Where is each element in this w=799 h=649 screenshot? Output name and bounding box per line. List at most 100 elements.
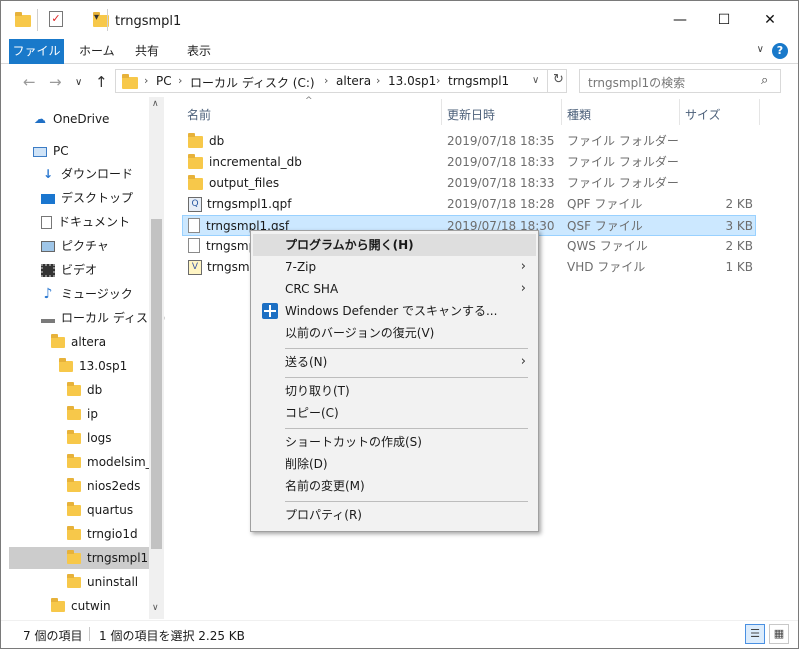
file-type: ファイル フォルダー <box>567 176 679 190</box>
menu-item-delete[interactable]: 削除(D) <box>253 453 536 475</box>
ribbon-tabs: ファイル ホーム 共有 表示 ∨ ? <box>1 39 798 64</box>
breadcrumb-pc[interactable]: PC <box>156 74 172 88</box>
file-row[interactable]: incremental_db 2019/07/18 18:33 ファイル フォル… <box>182 152 756 173</box>
menu-item-rename[interactable]: 名前の変更(M) <box>253 475 536 497</box>
breadcrumb-separator[interactable]: › <box>324 74 328 87</box>
nav-item-pictures[interactable]: ピクチャ <box>41 235 109 257</box>
breadcrumb-trngsmpl1[interactable]: trngsmpl1 <box>448 74 509 88</box>
file-row[interactable]: db 2019/07/18 18:35 ファイル フォルダー <box>182 131 756 152</box>
scroll-down-icon[interactable]: ∨ <box>152 603 159 613</box>
ribbon-expand-icon[interactable]: ∨ <box>757 44 764 55</box>
file-row[interactable]: Qtrngsmpl1.qpf 2019/07/18 18:28 QPF ファイル… <box>182 194 756 215</box>
tab-file[interactable]: ファイル <box>9 39 64 64</box>
nav-item-label: cutwin <box>71 599 111 613</box>
maximize-button[interactable]: ☐ <box>709 9 739 31</box>
breadcrumb-separator[interactable]: › <box>376 74 380 87</box>
nav-item-db[interactable]: db <box>67 379 102 401</box>
file-name: Vtrngsmp <box>188 257 257 278</box>
breadcrumb-13-0sp1[interactable]: 13.0sp1 <box>388 74 436 88</box>
nav-item-videos[interactable]: ビデオ <box>41 259 97 281</box>
scrollbar-thumb[interactable] <box>151 219 162 549</box>
tab-home[interactable]: ホーム <box>79 39 115 64</box>
nav-item-logs[interactable]: logs <box>67 427 112 449</box>
nav-item-label: OneDrive <box>53 112 110 126</box>
column-header-modified[interactable]: 更新日時 <box>447 106 495 123</box>
up-button[interactable]: ↑ <box>95 73 108 91</box>
menu-item-crc-sha[interactable]: CRC SHA › <box>253 278 536 300</box>
menu-item-label: 送る(N) <box>285 355 328 369</box>
nav-item-trngio1d[interactable]: trngio1d <box>67 523 138 545</box>
tab-view[interactable]: 表示 <box>187 39 211 64</box>
column-divider[interactable] <box>441 99 442 125</box>
nav-item-trngsmpl1[interactable]: trngsmpl1 <box>67 547 148 569</box>
column-header-type[interactable]: 種類 <box>567 106 591 123</box>
menu-item-defender-scan[interactable]: Windows Defender でスキャンする... <box>253 300 536 322</box>
folder-icon <box>67 574 81 588</box>
nav-item-pc[interactable]: PC <box>33 140 69 162</box>
status-bar: 7 個の項目 1 個の項目を選択 2.25 KB ☰ ▦ <box>1 620 798 648</box>
search-icon[interactable]: ⌕ <box>761 73 792 88</box>
menu-item-copy[interactable]: コピー(C) <box>253 402 536 424</box>
menu-item-cut[interactable]: 切り取り(T) <box>253 380 536 402</box>
nav-item-quartus[interactable]: quartus <box>67 499 133 521</box>
menu-item-7zip[interactable]: 7-Zip › <box>253 256 536 278</box>
forward-button[interactable]: → <box>49 73 62 91</box>
nav-item-uninstall[interactable]: uninstall <box>67 571 138 593</box>
scroll-up-icon[interactable]: ∧ <box>152 99 159 109</box>
breadcrumb-local-disk[interactable]: ローカル ディスク (C:) <box>190 74 315 91</box>
menu-item-send-to[interactable]: 送る(N) › <box>253 351 536 373</box>
column-header-name[interactable]: 名前 <box>187 106 211 123</box>
nav-item-music[interactable]: ♪ ミュージック <box>41 283 133 305</box>
minimize-button[interactable]: — <box>665 9 695 31</box>
nav-item-13-0sp1[interactable]: 13.0sp1 <box>59 355 127 377</box>
column-header-size[interactable]: サイズ <box>685 106 721 123</box>
nav-item-label: ドキュメント <box>58 215 131 229</box>
recent-locations-button[interactable]: ∨ <box>75 77 82 88</box>
video-icon <box>41 264 55 277</box>
menu-item-open-with[interactable]: プログラムから開く(H) <box>253 234 536 256</box>
file-type: QSF ファイル <box>567 219 643 233</box>
nav-scrollbar[interactable]: ∧ ∨ <box>149 97 164 619</box>
breadcrumb-separator[interactable]: › <box>436 74 440 87</box>
nav-item-modelsim[interactable]: modelsim_a <box>67 451 159 473</box>
nav-item-cutwin[interactable]: cutwin <box>51 595 111 617</box>
folder-icon <box>15 12 31 27</box>
menu-item-properties[interactable]: プロパティ(R) <box>253 504 536 526</box>
help-icon[interactable]: ? <box>772 43 788 59</box>
menu-item-label: 7-Zip <box>285 260 317 274</box>
nav-item-downloads[interactable]: ↓ ダウンロード <box>41 163 133 185</box>
nav-item-nios2eds[interactable]: nios2eds <box>67 475 140 497</box>
column-divider[interactable] <box>561 99 562 125</box>
nav-item-label: 13.0sp1 <box>79 359 128 373</box>
refresh-button[interactable]: ↻ <box>547 69 569 93</box>
address-bar[interactable]: › PC › ローカル ディスク (C:) › altera › 13.0sp1… <box>115 69 567 93</box>
address-dropdown-icon[interactable]: ∨ <box>532 75 539 86</box>
sort-indicator-icon: ^ <box>305 96 313 106</box>
nav-item-documents[interactable]: ドキュメント <box>41 211 130 233</box>
tab-share[interactable]: 共有 <box>135 39 159 64</box>
breadcrumb-separator[interactable]: › <box>178 74 182 87</box>
properties-icon[interactable]: ✓ <box>49 11 63 27</box>
details-view-button[interactable]: ☰ <box>745 624 765 644</box>
back-button[interactable]: ← <box>23 73 36 91</box>
menu-item-create-shortcut[interactable]: ショートカットの作成(S) <box>253 431 536 453</box>
large-icons-view-button[interactable]: ▦ <box>769 624 789 644</box>
nav-item-desktop[interactable]: デスクトップ <box>41 187 133 209</box>
file-type: QWS ファイル <box>567 239 648 253</box>
nav-item-altera[interactable]: altera <box>51 331 106 353</box>
vhd-file-icon: V <box>188 260 202 275</box>
nav-item-ip[interactable]: ip <box>67 403 98 425</box>
close-button[interactable]: ✕ <box>755 9 785 31</box>
breadcrumb-altera[interactable]: altera <box>336 74 371 88</box>
column-divider[interactable] <box>759 99 760 125</box>
menu-item-restore-previous[interactable]: 以前のバージョンの復元(V) <box>253 322 536 344</box>
file-name: incremental_db <box>188 152 302 173</box>
search-input[interactable]: trngsmpl1の検索 <box>579 69 781 93</box>
breadcrumb-separator[interactable]: › <box>144 74 148 87</box>
nav-item-label: ip <box>87 407 98 421</box>
file-row[interactable]: output_files 2019/07/18 18:33 ファイル フォルダー <box>182 173 756 194</box>
nav-item-onedrive[interactable]: ☁ OneDrive <box>33 108 109 130</box>
customize-quick-access-icon[interactable]: ▾ <box>94 12 99 30</box>
folder-icon <box>67 454 81 468</box>
column-divider[interactable] <box>679 99 680 125</box>
